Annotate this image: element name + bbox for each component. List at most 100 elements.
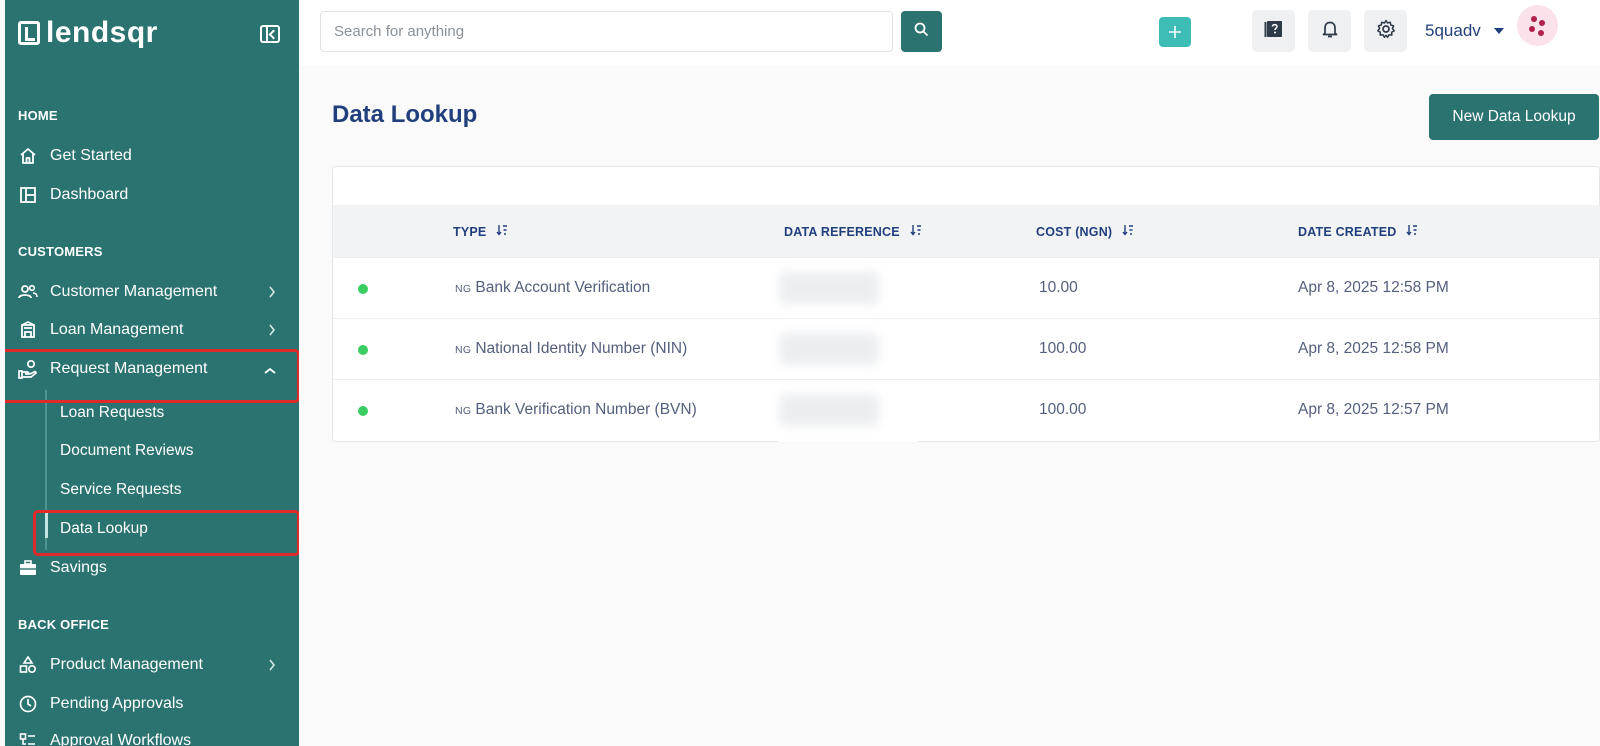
country-code: NG [455, 344, 472, 356]
column-header-label: TYPE [453, 224, 487, 239]
dashboard-icon [18, 185, 38, 205]
sidebar-item-label: Get Started [50, 147, 132, 164]
sidebar-item-loan-management[interactable]: Loan Management [18, 315, 288, 345]
sidebar-item-label: Savings [50, 559, 107, 576]
clock-icon [18, 694, 38, 714]
sidebar-item-pending-approvals[interactable]: Pending Approvals [18, 689, 288, 719]
sidebar-item-service-requests[interactable]: Service Requests [60, 481, 181, 499]
highlight-data-lookup [33, 510, 299, 556]
chevron-right-icon [268, 658, 276, 674]
briefcase-icon [18, 558, 38, 578]
redacted-reference [779, 333, 879, 365]
table-row[interactable]: NG Bank Verification Number (BVN) 100.00 … [333, 379, 1600, 440]
status-dot [358, 406, 368, 416]
sidebar-item-savings[interactable]: Savings [18, 553, 288, 583]
section-title-home: HOME [18, 108, 58, 123]
section-title-back-office: BACK OFFICE [18, 617, 110, 632]
type-label: Bank Verification Number (BVN) [475, 401, 697, 418]
sort-icon[interactable] [1122, 224, 1134, 239]
type-cell: NG Bank Account Verification [455, 279, 650, 297]
avatar-dot [1538, 30, 1544, 36]
sidebar-item-approval-workflows[interactable]: Approval Workflows [18, 726, 288, 746]
sidebar-item-get-started[interactable]: Get Started [18, 141, 288, 171]
avatar[interactable] [1517, 5, 1558, 46]
shapes-icon [18, 655, 38, 675]
status-dot [358, 345, 368, 355]
bank-icon [18, 320, 38, 340]
chevron-right-icon [268, 323, 276, 339]
column-header-label: COST (NGN) [1036, 224, 1113, 239]
type-cell: NG Bank Verification Number (BVN) [455, 401, 697, 419]
search-icon [914, 22, 929, 42]
quick-add-button[interactable] [1159, 17, 1191, 47]
column-header-label: DATE CREATED [1298, 224, 1397, 239]
avatar-dot [1529, 26, 1535, 32]
help-button[interactable] [1252, 10, 1295, 52]
workflow-icon [18, 731, 38, 746]
type-cell: NG National Identity Number (NIN) [455, 340, 687, 358]
sidebar-item-label: Dashboard [50, 186, 129, 203]
settings-button[interactable] [1364, 10, 1407, 52]
collapse-sidebar-icon[interactable] [260, 25, 280, 43]
avatar-dot [1539, 20, 1545, 26]
column-header-type[interactable]: TYPE [453, 224, 508, 239]
status-dot [358, 284, 368, 294]
sidebar-item-product-management[interactable]: Product Management [18, 650, 288, 680]
logo-icon [18, 21, 40, 45]
cost-cell: 100.00 [1039, 401, 1087, 418]
logo[interactable]: lendsqr [18, 16, 158, 50]
table-row[interactable]: NG Bank Account Verification 10.00 Apr 8,… [333, 257, 1600, 318]
search-input[interactable] [320, 11, 893, 52]
table-row[interactable]: NG National Identity Number (NIN) 100.00 … [333, 318, 1600, 379]
redacted-reference [779, 394, 879, 426]
sidebar-item-customer-management[interactable]: Customer Management [18, 277, 288, 307]
column-header-label: DATA REFERENCE [784, 224, 900, 239]
sort-icon[interactable] [910, 224, 922, 239]
column-header-cost[interactable]: COST (NGN) [1036, 224, 1134, 239]
sidebar-item-loan-requests[interactable]: Loan Requests [60, 404, 164, 422]
type-label: National Identity Number (NIN) [475, 340, 688, 357]
sidebar-item-label: Pending Approvals [50, 695, 184, 712]
topbar: 5quadv [299, 0, 1600, 66]
caret-down-icon[interactable] [1494, 28, 1504, 34]
data-lookup-table: TYPE DATA REFERENCE COST (NGN) DATE CREA… [332, 166, 1600, 442]
logo-text: lendsqr [46, 16, 158, 49]
cost-cell: 10.00 [1039, 279, 1078, 296]
notifications-button[interactable] [1308, 10, 1351, 52]
sidebar-item-label: Loan Management [50, 321, 184, 338]
plus-icon [1168, 19, 1182, 45]
sidebar-item-label: Product Management [50, 656, 203, 673]
gear-icon [1376, 19, 1396, 44]
country-code: NG [455, 283, 472, 295]
sort-icon[interactable] [1406, 224, 1418, 239]
section-title-customers: CUSTOMERS [18, 244, 103, 259]
home-icon [18, 146, 38, 166]
sidebar: lendsqr HOME Get Started Dashboard CUSTO… [5, 0, 299, 746]
country-code: NG [455, 405, 472, 417]
page-title: Data Lookup [332, 101, 478, 128]
sidebar-item-label: Customer Management [50, 283, 218, 300]
sort-icon[interactable] [496, 224, 508, 239]
new-data-lookup-button[interactable]: New Data Lookup [1429, 94, 1599, 140]
redacted-reference [779, 272, 879, 304]
bell-icon [1320, 19, 1340, 44]
chevron-right-icon [268, 285, 276, 301]
date-cell: Apr 8, 2025 12:58 PM [1298, 279, 1449, 296]
cost-cell: 100.00 [1039, 340, 1087, 357]
sidebar-item-document-reviews[interactable]: Document Reviews [60, 442, 194, 460]
help-book-icon [1264, 19, 1284, 44]
avatar-dot [1531, 16, 1537, 22]
date-cell: Apr 8, 2025 12:57 PM [1298, 401, 1449, 418]
app-root: lendsqr HOME Get Started Dashboard CUSTO… [0, 0, 1600, 746]
date-cell: Apr 8, 2025 12:58 PM [1298, 340, 1449, 357]
column-header-data-reference[interactable]: DATA REFERENCE [784, 224, 922, 239]
search-button[interactable] [901, 11, 942, 52]
users-icon [18, 282, 38, 302]
type-label: Bank Account Verification [475, 279, 651, 296]
sidebar-item-label: Approval Workflows [50, 732, 192, 746]
column-header-date-created[interactable]: DATE CREATED [1298, 224, 1418, 239]
sidebar-item-dashboard[interactable]: Dashboard [18, 180, 288, 210]
highlight-request-management [5, 349, 299, 403]
table-header: TYPE DATA REFERENCE COST (NGN) DATE CREA… [333, 205, 1600, 257]
user-name[interactable]: 5quadv [1425, 21, 1481, 41]
